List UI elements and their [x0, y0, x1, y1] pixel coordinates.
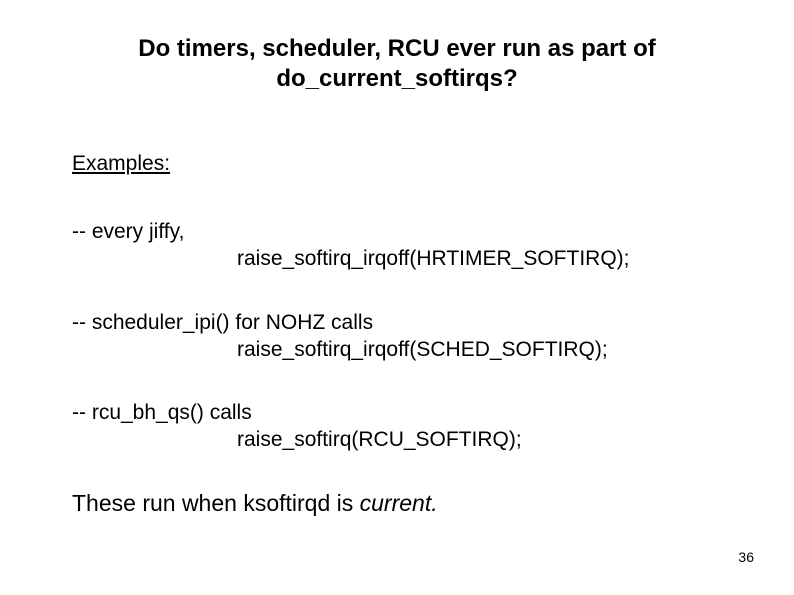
closing-sentence: These run when ksoftirqd is current.	[72, 490, 722, 517]
slide: Do timers, scheduler, RCU ever run as pa…	[0, 0, 794, 595]
example-lead: -- every jiffy,	[72, 220, 184, 243]
closing-text: These run when ksoftirqd is	[72, 490, 360, 516]
example-item: -- scheduler_ipi() for NOHZ calls raise_…	[72, 309, 722, 364]
example-lead: -- rcu_bh_qs() calls	[72, 401, 252, 424]
example-lead: -- scheduler_ipi() for NOHZ calls	[72, 311, 373, 334]
closing-italic: current.	[360, 490, 438, 516]
title-line-1: Do timers, scheduler, RCU ever run as pa…	[138, 35, 656, 62]
page-number: 36	[738, 549, 754, 565]
examples-heading: Examples:	[72, 152, 722, 176]
example-call: raise_softirq_irqoff(SCHED_SOFTIRQ);	[237, 336, 722, 363]
example-item: -- rcu_bh_qs() calls raise_softirq(RCU_S…	[72, 399, 722, 454]
example-call: raise_softirq(RCU_SOFTIRQ);	[237, 426, 722, 453]
example-item: -- every jiffy, raise_softirq_irqoff(HRT…	[72, 218, 722, 273]
example-call: raise_softirq_irqoff(HRTIMER_SOFTIRQ);	[237, 245, 722, 272]
slide-title: Do timers, scheduler, RCU ever run as pa…	[72, 34, 722, 94]
title-line-2: do_current_softirqs?	[276, 65, 517, 92]
